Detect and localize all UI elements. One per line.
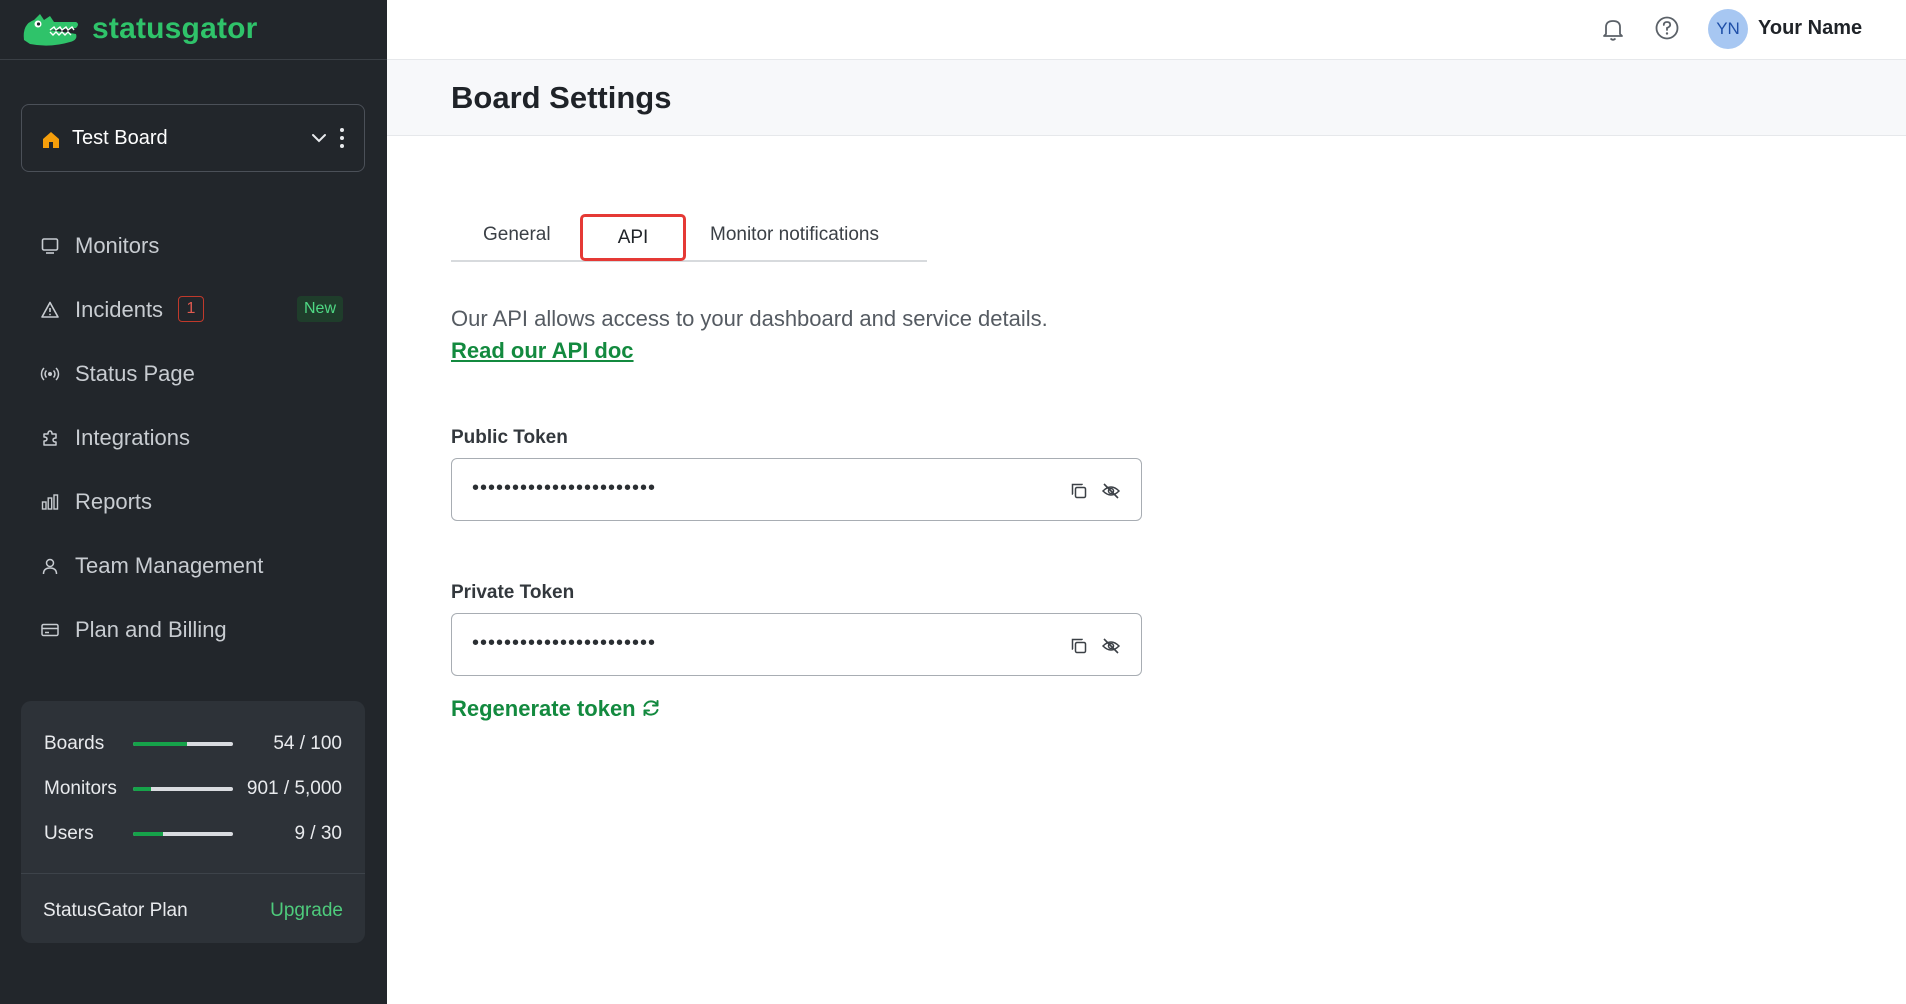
sidebar-item-label: Reports	[75, 489, 153, 514]
usage-row-monitors: Monitors 901 / 5,000	[21, 774, 365, 804]
sidebar-item-incidents[interactable]: Incidents 1 New	[40, 290, 360, 330]
usage-label: Users	[44, 823, 94, 844]
eye-off-icon[interactable]	[1101, 636, 1121, 656]
public-token-label: Public Token	[451, 427, 568, 448]
avatar[interactable]: YN	[1708, 9, 1748, 49]
settings-tabs: General API Monitor notifications	[451, 214, 927, 262]
tab-api[interactable]: API	[580, 214, 686, 261]
public-token-field[interactable]: •••••••••••••••••••••••	[451, 458, 1142, 521]
tab-general[interactable]: General	[483, 224, 551, 246]
token-value: •••••••••••••••••••••••	[472, 632, 657, 654]
api-doc-link[interactable]: Read our API doc	[451, 338, 634, 364]
copy-icon[interactable]	[1069, 481, 1089, 501]
sidebar-item-label: Incidents	[75, 297, 164, 322]
page-title: Board Settings	[451, 80, 672, 115]
more-options-icon[interactable]	[334, 125, 350, 151]
usage-label: Monitors	[44, 778, 117, 799]
usage-panel: Boards 54 / 100 Monitors 901 / 5,000 Use…	[21, 701, 365, 943]
broadcast-icon	[40, 367, 60, 381]
user-name[interactable]: Your Name	[1758, 17, 1862, 40]
bell-icon[interactable]	[1600, 15, 1626, 43]
gator-logo-icon[interactable]	[20, 10, 80, 48]
sidebar-item-integrations[interactable]: Integrations	[40, 418, 360, 458]
warning-triangle-icon	[41, 301, 59, 318]
sidebar-item-label: Plan and Billing	[75, 617, 227, 642]
logo-text: statusgator	[92, 12, 258, 45]
tab-monitor-notifications[interactable]: Monitor notifications	[710, 224, 879, 246]
eye-off-icon[interactable]	[1101, 481, 1121, 501]
sidebar-item-status-page[interactable]: Status Page	[40, 354, 360, 394]
sidebar-item-reports[interactable]: Reports	[40, 482, 360, 522]
usage-progress-bar	[133, 787, 233, 791]
home-icon	[43, 132, 59, 148]
private-token-field[interactable]: •••••••••••••••••••••••	[451, 613, 1142, 676]
token-value: •••••••••••••••••••••••	[472, 477, 657, 499]
usage-label: Boards	[44, 733, 105, 754]
sidebar-item-team-management[interactable]: Team Management	[40, 546, 360, 586]
usage-progress-fill	[133, 742, 187, 746]
credit-card-icon	[41, 623, 59, 637]
divider	[21, 873, 365, 874]
regenerate-token-button[interactable]: Regenerate token	[451, 696, 636, 722]
help-icon[interactable]	[1654, 15, 1680, 41]
sidebar-item-label: Team Management	[75, 553, 264, 578]
sidebar-item-label: Monitors	[75, 233, 160, 258]
logo-bar: statusgator	[0, 0, 387, 60]
usage-row-boards: Boards 54 / 100	[21, 729, 365, 759]
user-icon	[42, 558, 58, 575]
upgrade-link[interactable]: Upgrade	[270, 900, 343, 922]
usage-value: 901 / 5,000	[246, 778, 342, 799]
usage-progress-bar	[133, 832, 233, 836]
incident-count-badge: 1	[178, 296, 204, 322]
usage-value: 54 / 100	[273, 733, 342, 754]
usage-progress-bar	[133, 742, 233, 746]
usage-value: 9 / 30	[294, 823, 342, 844]
monitor-icon	[41, 238, 59, 254]
page-header: Board Settings	[387, 60, 1906, 136]
usage-progress-fill	[133, 832, 163, 836]
sidebar-item-monitors[interactable]: Monitors	[40, 226, 360, 266]
sidebar-item-plan-and-billing[interactable]: Plan and Billing	[40, 610, 360, 650]
sidebar-item-label: Status Page	[75, 361, 195, 386]
api-description: Our API allows access to your dashboard …	[451, 306, 1048, 331]
plan-label: StatusGator Plan	[43, 900, 188, 921]
copy-icon[interactable]	[1069, 636, 1089, 656]
sidebar: statusgator Test Board Monitors Incident…	[0, 0, 387, 1004]
usage-row-users: Users 9 / 30	[21, 819, 365, 849]
refresh-icon[interactable]	[640, 697, 662, 719]
puzzle-icon	[43, 430, 57, 446]
usage-progress-fill	[133, 787, 151, 791]
private-token-label: Private Token	[451, 582, 575, 603]
board-name: Test Board	[72, 127, 168, 149]
new-badge: New	[297, 296, 343, 322]
chevron-down-icon[interactable]	[308, 127, 330, 149]
sidebar-item-label: Integrations	[75, 425, 190, 450]
board-selector[interactable]: Test Board	[21, 104, 365, 172]
bar-chart-icon	[41, 494, 59, 510]
